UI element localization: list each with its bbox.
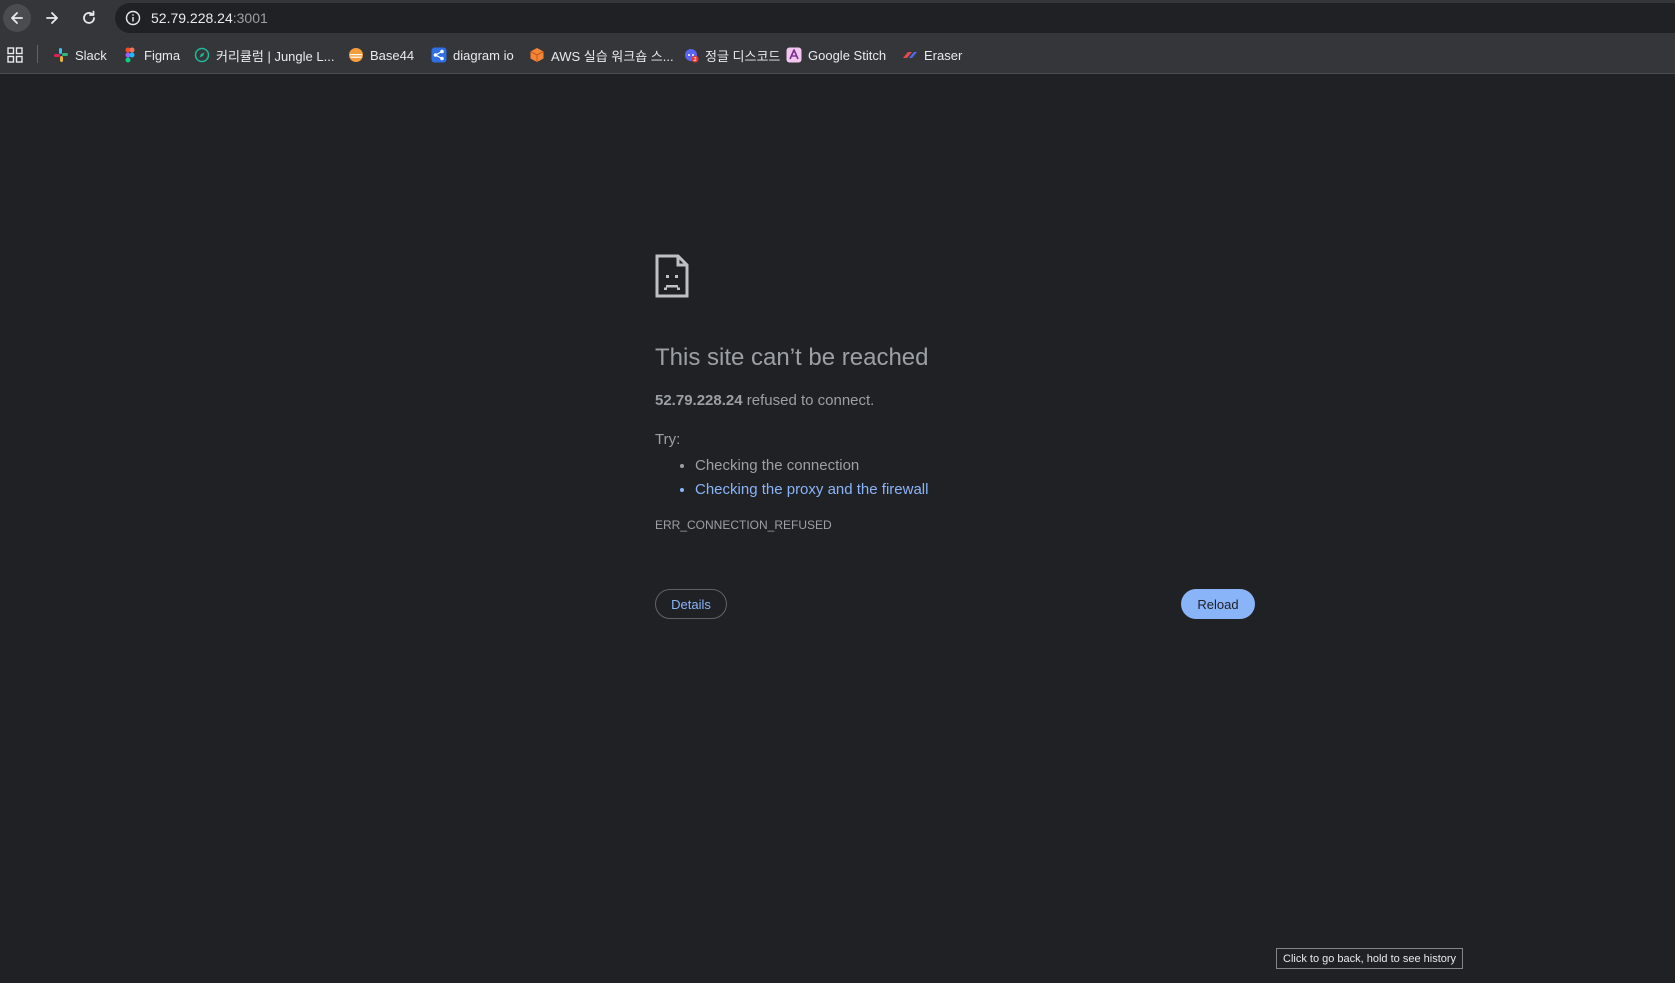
- error-message-suffix: refused to connect.: [742, 392, 875, 409]
- address-bar[interactable]: 52.79.228.24:3001: [115, 3, 1675, 33]
- back-button-tooltip: Click to go back, hold to see history: [1276, 948, 1464, 969]
- bookmark-base44[interactable]: Base44: [348, 44, 414, 66]
- arrow-right-icon: [46, 12, 58, 24]
- url-text[interactable]: 52.79.228.24:3001: [151, 10, 268, 26]
- details-button[interactable]: Details: [655, 589, 727, 619]
- bookmark-slack[interactable]: Slack: [53, 44, 107, 66]
- bookmark-jungle-discord[interactable]: 2 정글 디스코드: [683, 44, 780, 66]
- bookmark-label: Google Stitch: [808, 47, 887, 63]
- eraser-icon: [903, 52, 917, 58]
- bookmark-label: Base44: [370, 47, 415, 63]
- bookmark-jungle-curriculum[interactable]: 커리큘럼 | Jungle L...: [194, 44, 334, 66]
- suggestion-check-connection: Checking the connection: [695, 454, 928, 478]
- reload-page-button[interactable]: [75, 4, 103, 32]
- aws-cube-icon: [530, 48, 544, 62]
- stitch-icon: [786, 47, 802, 63]
- bookmark-label: Figma: [144, 47, 181, 63]
- bookmark-eraser[interactable]: Eraser: [902, 44, 962, 66]
- bookmark-label: Slack: [75, 47, 107, 63]
- arrow-left-icon: [11, 12, 23, 24]
- bookmarks-divider: [37, 45, 38, 63]
- try-label: Try:: [655, 431, 681, 448]
- url-host: 52.79.228.24: [151, 10, 233, 26]
- bookmark-diagram-io[interactable]: diagram io: [431, 44, 514, 66]
- bookmark-label: Eraser: [924, 47, 963, 63]
- site-info-icon[interactable]: [125, 10, 141, 26]
- diagram-icon: [431, 47, 447, 63]
- bookmark-label: diagram io: [453, 47, 514, 63]
- bookmark-label: 정글 디스코드: [705, 48, 781, 64]
- bookmark-label: AWS 실습 워크숍 스...: [551, 48, 674, 64]
- reload-icon: [83, 10, 95, 24]
- browser-toolbar: 52.79.228.24:3001: [0, 0, 1675, 36]
- figma-icon: [125, 47, 135, 63]
- bookmark-google-stitch[interactable]: Google Stitch: [786, 44, 886, 66]
- discord-icon: 2: [685, 49, 699, 63]
- back-button[interactable]: [3, 4, 31, 32]
- apps-grid-icon[interactable]: [7, 47, 23, 63]
- error-message: 52.79.228.24 refused to connect.: [655, 392, 874, 409]
- compass-icon: [194, 47, 210, 63]
- bookmark-figma[interactable]: Figma: [122, 44, 180, 66]
- url-port: :3001: [232, 10, 268, 26]
- slack-icon: [54, 48, 68, 62]
- bookmarks-bar: Slack Figma 커리큘럼 | Jungle L... Base44 di…: [0, 36, 1675, 74]
- suggestion-list: Checking the connection Checking the pro…: [655, 454, 928, 502]
- forward-button[interactable]: [38, 4, 66, 32]
- reload-button[interactable]: Reload: [1181, 589, 1255, 619]
- bookmark-label: 커리큘럼 | Jungle L...: [216, 48, 335, 64]
- sad-document-icon: [655, 254, 689, 298]
- error-host: 52.79.228.24: [655, 392, 743, 409]
- suggestion-check-proxy-firewall-link[interactable]: Checking the proxy and the firewall: [695, 478, 928, 502]
- error-page: This site can’t be reached 52.79.228.24 …: [0, 74, 1675, 983]
- svg-text:2: 2: [693, 57, 697, 63]
- base44-icon: [349, 48, 363, 62]
- error-title: This site can’t be reached: [655, 344, 929, 371]
- bookmark-aws-workshop[interactable]: AWS 실습 워크숍 스...: [529, 44, 674, 66]
- error-code: ERR_CONNECTION_REFUSED: [655, 518, 832, 532]
